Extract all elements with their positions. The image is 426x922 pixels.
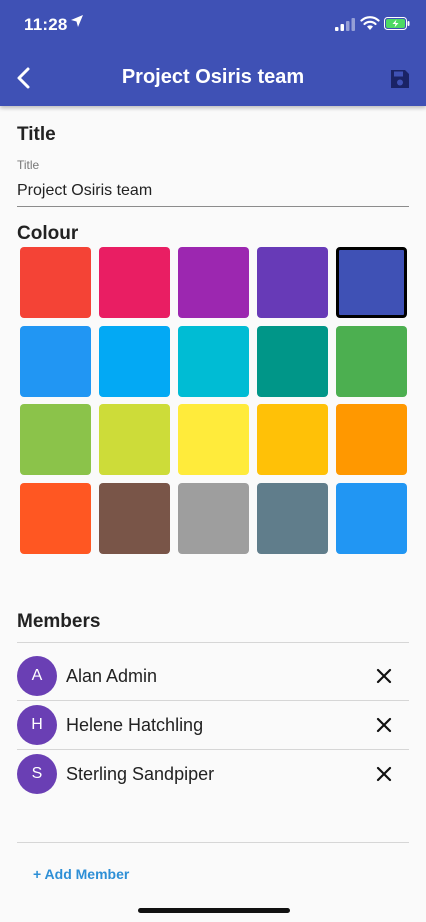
avatar: A xyxy=(17,656,57,696)
title-field-label: Title xyxy=(17,158,40,172)
member-row: S Sterling Sandpiper xyxy=(17,749,409,798)
cellular-signal-icon xyxy=(335,18,355,31)
colour-swatch[interactable] xyxy=(336,404,407,475)
colour-swatch[interactable] xyxy=(336,482,407,554)
remove-member-close-icon[interactable] xyxy=(375,667,393,685)
colour-swatch[interactable] xyxy=(257,325,328,397)
member-name: Alan Admin xyxy=(66,666,158,686)
colour-swatch[interactable] xyxy=(99,404,170,475)
colour-swatch[interactable] xyxy=(99,482,170,554)
page-title: Project Osiris team xyxy=(121,66,305,88)
wifi-icon xyxy=(360,16,380,30)
member-name: Helene Hatchling xyxy=(66,715,204,735)
colour-swatch[interactable] xyxy=(20,247,91,318)
status-bar: 11:28 xyxy=(0,0,426,50)
colour-swatch[interactable] xyxy=(99,247,170,318)
status-time: 11:28 xyxy=(24,15,68,34)
avatar: S xyxy=(17,754,57,794)
save-icon[interactable] xyxy=(388,67,412,91)
location-arrow-icon xyxy=(71,15,83,27)
colour-swatch[interactable] xyxy=(20,325,91,397)
remove-member-close-icon[interactable] xyxy=(375,765,393,783)
members-section-heading: Members xyxy=(17,611,101,632)
divider xyxy=(17,642,409,643)
colour-swatch[interactable] xyxy=(99,325,170,397)
member-row: H Helene Hatchling xyxy=(17,700,409,749)
member-name: Sterling Sandpiper xyxy=(66,764,215,784)
member-row: A Alan Admin xyxy=(17,651,409,700)
colour-swatch[interactable] xyxy=(20,404,91,475)
colour-swatch[interactable] xyxy=(178,247,249,318)
back-arrow-icon[interactable] xyxy=(10,64,38,92)
divider xyxy=(17,842,409,843)
title-section-heading: Title xyxy=(17,124,56,145)
remove-member-close-icon[interactable] xyxy=(375,716,393,734)
colour-swatch-selected[interactable] xyxy=(336,247,407,318)
colour-swatch[interactable] xyxy=(336,325,407,397)
title-input[interactable] xyxy=(17,175,409,207)
colour-swatch[interactable] xyxy=(257,482,328,554)
add-member-button[interactable]: + Add Member xyxy=(33,866,129,882)
colour-section-heading: Colour xyxy=(17,223,79,244)
colour-swatch[interactable] xyxy=(20,482,91,554)
colour-swatch[interactable] xyxy=(257,247,328,318)
colour-swatch[interactable] xyxy=(178,404,249,475)
colour-swatch-grid xyxy=(20,247,407,554)
battery-charging-icon xyxy=(384,17,410,30)
app-bar: 11:28 Project Osiris team xyxy=(0,0,426,106)
home-indicator xyxy=(138,908,290,913)
avatar: H xyxy=(17,705,57,745)
colour-swatch[interactable] xyxy=(257,404,328,475)
colour-swatch[interactable] xyxy=(178,325,249,397)
colour-swatch[interactable] xyxy=(178,482,249,554)
